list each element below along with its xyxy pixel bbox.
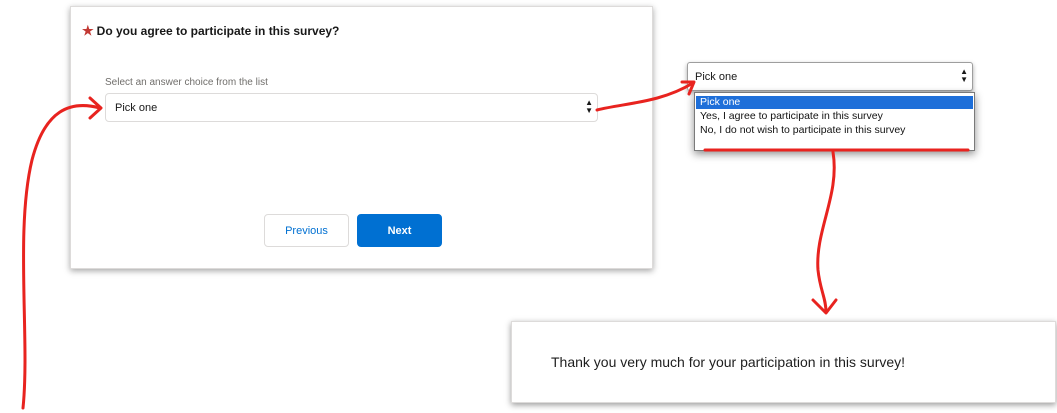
answer-select[interactable]: Pick one ▲ ▼ — [105, 93, 598, 122]
question-label: ★ Do you agree to participate in this sur… — [82, 23, 339, 39]
dropdown-options-list: Pick one Yes, I agree to participate in … — [694, 92, 975, 151]
answer-select-expanded[interactable]: Pick one ▲ ▼ — [687, 62, 973, 91]
annotation-arrow-to-thanks — [816, 150, 836, 314]
next-button[interactable]: Next — [357, 214, 442, 247]
select-arrows-icon: ▲ ▼ — [960, 67, 968, 84]
required-icon: ★ — [82, 23, 94, 38]
option-yes-agree[interactable]: Yes, I agree to participate in this surv… — [696, 110, 973, 123]
question-text: Do you agree to participate in this surv… — [96, 24, 340, 38]
survey-card: ★ Do you agree to participate in this sur… — [70, 6, 653, 269]
previous-button[interactable]: Previous — [264, 214, 349, 247]
option-pick-one[interactable]: Pick one — [696, 96, 973, 109]
expanded-select-value: Pick one — [695, 71, 738, 83]
thank-you-card: Thank you very much for your participati… — [511, 321, 1056, 403]
select-helper-text: Select an answer choice from the list — [105, 77, 268, 88]
select-arrows-icon: ▲ ▼ — [585, 98, 593, 115]
option-no-decline[interactable]: No, I do not wish to participate in this… — [696, 124, 973, 137]
answer-select-value: Pick one — [115, 102, 158, 114]
thank-you-message: Thank you very much for your participati… — [551, 354, 906, 370]
